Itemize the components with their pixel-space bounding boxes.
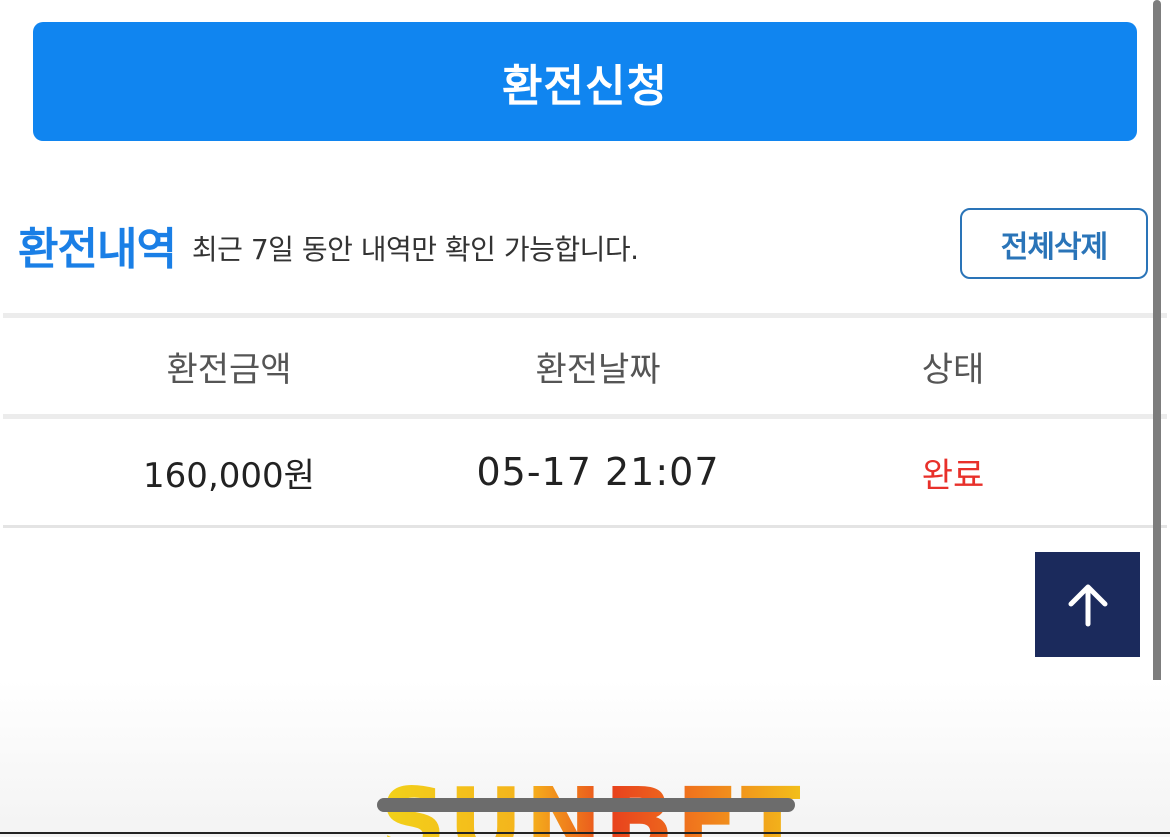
arrow-up-icon [1068, 584, 1107, 626]
history-table: 환전금액 환전날짜 상태 160,000원 05-17 21:07 완료 [3, 313, 1167, 528]
page: 환전신청 환전내역 최근 7일 동안 내역만 확인 가능합니다. 전체삭제 환전… [0, 0, 1170, 837]
column-header-status: 상태 [921, 349, 985, 390]
scrollbar[interactable] [1153, 0, 1161, 700]
history-note: 최근 7일 동안 내역만 확인 가능합니다. [191, 233, 639, 266]
history-title: 환전내역 [18, 224, 177, 275]
cell-date: 05-17 21:07 [476, 450, 720, 494]
exchange-request-label: 환전신청 [502, 60, 668, 112]
cell-status: 완료 [921, 455, 985, 496]
table-header-row: 환전금액 환전날짜 상태 [3, 318, 1167, 414]
delete-all-button[interactable]: 전체삭제 [960, 208, 1148, 279]
home-indicator [377, 798, 795, 812]
delete-all-label: 전체삭제 [1000, 229, 1108, 265]
column-header-date: 환전날짜 [535, 349, 661, 390]
cell-amount: 160,000원 [143, 455, 315, 496]
table-row: 160,000원 05-17 21:07 완료 [3, 419, 1167, 525]
history-header: 환전내역 최근 7일 동안 내역만 확인 가능합니다. [18, 210, 639, 280]
table-bottom-divider [3, 525, 1167, 528]
column-header-amount: 환전금액 [166, 349, 292, 390]
exchange-request-button[interactable]: 환전신청 [33, 22, 1137, 141]
scroll-to-top-button[interactable] [1035, 552, 1140, 657]
bottom-edge-line [0, 832, 1170, 834]
